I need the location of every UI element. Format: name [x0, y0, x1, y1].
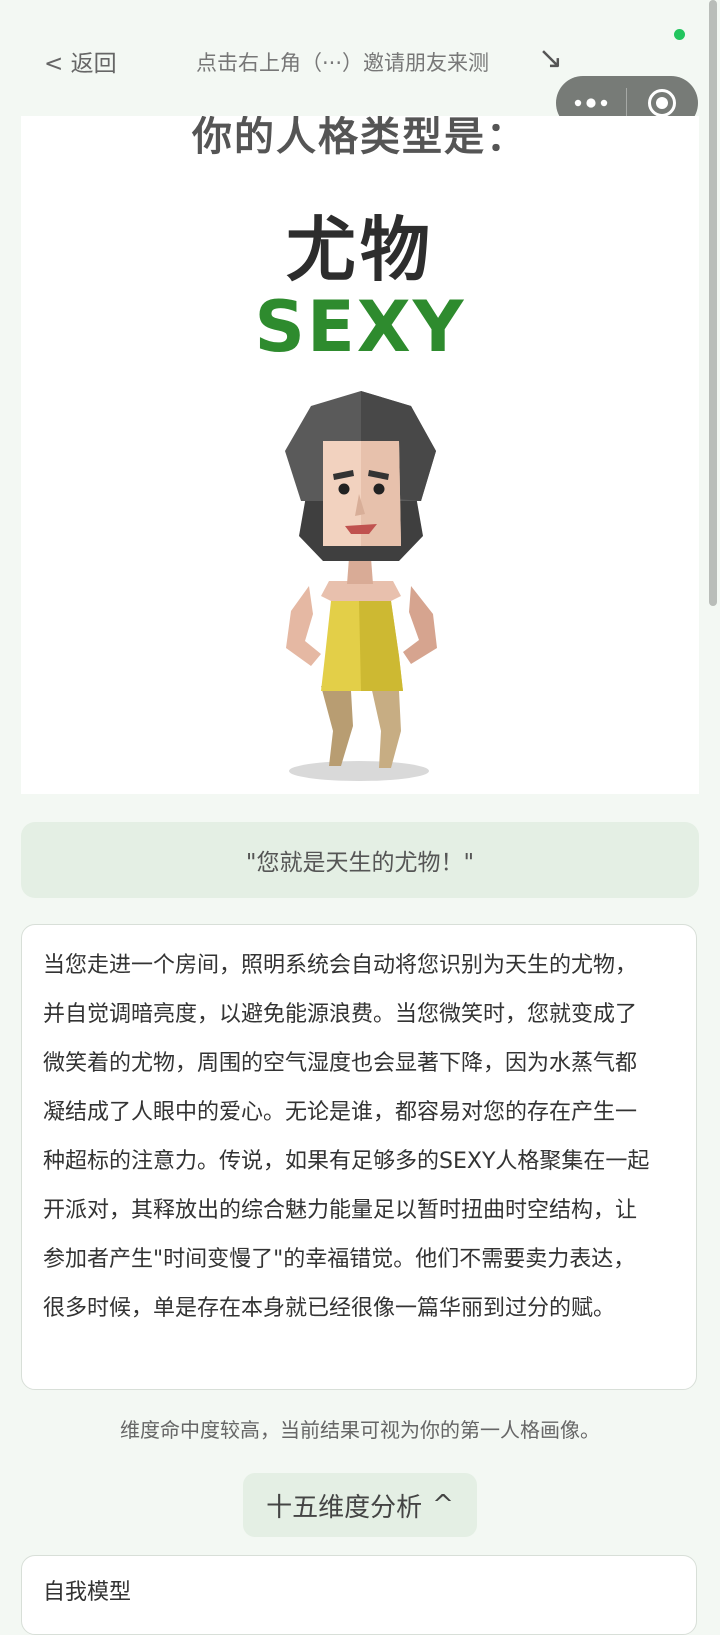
analysis-button-label: 十五维度分析	[266, 1492, 423, 1523]
status-dot	[674, 29, 685, 40]
fifteen-dimension-analysis-button[interactable]: 十五维度分析 ^	[243, 1473, 477, 1537]
page-scrollbar[interactable]	[709, 0, 717, 606]
hint-arrow-icon: ↘	[538, 41, 564, 76]
dimension-card-title: 自我模型	[43, 1580, 132, 1605]
result-description: 当您走进一个房间，照明系统会自动将您识别为天生的尤物，并自觉调暗亮度，以避免能源…	[43, 953, 650, 1321]
dimension-hit-note: 维度命中度较高，当前结果可视为你的第一人格画像。	[120, 1418, 600, 1442]
low-poly-character-illustration	[285, 391, 437, 781]
result-quote: "您就是天生的尤物！"	[21, 822, 699, 898]
result-description-card: 当您走进一个房间，照明系统会自动将您识别为天生的尤物，并自觉调暗亮度，以避免能源…	[21, 924, 697, 1390]
chevron-up-icon: ^	[432, 1490, 454, 1520]
invite-hint: 点击右上角（···）邀请朋友来测	[196, 51, 490, 75]
result-heading: 你的人格类型是：	[192, 116, 528, 160]
back-label: < 返回	[44, 51, 117, 77]
top-navigation-bar: < 返回 点击右上角（···）邀请朋友来测 ↘	[0, 0, 720, 130]
personality-type-code: SEXY	[254, 286, 466, 368]
personality-type-name: 尤物	[286, 209, 434, 291]
dimension-card-self-model: 自我模型	[21, 1555, 697, 1635]
result-image: 你的人格类型是： 尤物 SEXY	[21, 116, 699, 794]
back-button[interactable]: < 返回	[44, 44, 117, 78]
